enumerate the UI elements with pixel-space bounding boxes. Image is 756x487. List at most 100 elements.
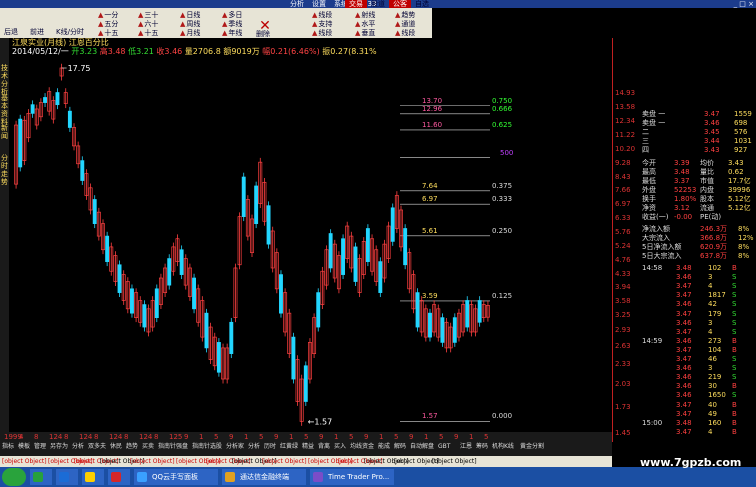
indicator-tab[interactable]: 模板 [18,443,30,451]
toolbar-item[interactable]: ▲六十 [138,20,158,29]
axis-label: 12.34 [615,116,636,125]
tick-side: B [732,409,737,418]
candle-body [18,118,23,168]
toolbar-item[interactable]: ▲多日 [222,11,242,20]
indicator-tab[interactable]: 黄金分割 [520,443,544,451]
stat-row: 净资 3.12 流通 5.12亿 [642,204,754,212]
indicator-tab[interactable]: 买卖 [142,443,154,451]
toolbar-item[interactable]: ▲通道 [395,20,415,29]
toolbar-item[interactable]: ▲一分 [98,11,118,20]
axis-label: 5.76 [615,227,631,236]
toolbar-item[interactable]: ▲十五 [138,29,158,38]
tick-row: 3.47 1817 S [642,291,754,299]
menu-item[interactable]: 设置 [312,0,326,8]
tick-row: 3.47 104 B [642,346,754,354]
sell-volume: 1559 [734,110,752,118]
axis-label: 14.93 [615,89,636,98]
indicator-tab[interactable]: 筹码 [476,443,488,451]
toolbar-item[interactable]: ▲年线 [222,29,242,38]
tick-row: 3.46 30 B [642,382,754,390]
indicator-tab[interactable]: 江恩 [460,443,472,451]
taskbar-button[interactable]: QQ云手写面板 [134,469,218,485]
x-axis-label: 124 [109,433,123,441]
taskbar-button[interactable]: 通达信金融终端 [222,469,306,485]
tick-price: 3.46 [676,336,692,345]
tick-price: 3.46 [676,273,692,282]
indicator-tab[interactable]: 红黄绿 [280,443,298,451]
indicator-tab[interactable]: 趋势 [126,443,138,451]
toolbar-tab[interactable]: 自选 [411,0,433,8]
stat-value: 0.62 [728,168,744,176]
toolbar-tab[interactable]: 交易 [345,0,367,8]
start-button[interactable] [2,468,26,486]
indicator-tab[interactable]: 买入 [334,443,346,451]
toolbar-item[interactable]: ▲支持 [312,20,332,29]
indicator-tab[interactable]: 管理 [34,443,46,451]
indicator-tab[interactable]: 分析家 [226,443,244,451]
indicator-tab[interactable]: 自动解盘 [410,443,434,451]
side-tab[interactable]: 基本资料 [0,94,9,126]
indicator-tab[interactable]: 背离 [318,443,330,451]
taskbar-button[interactable] [56,469,78,485]
tick-row: 14:59 3.46 273 B [642,337,754,345]
indicator-tab[interactable]: 指标 [2,443,14,451]
candle-body [154,288,159,319]
toolbar-tab[interactable]: 公客 [389,0,411,8]
side-tab[interactable]: 新闻 [0,124,9,140]
indicator-tab[interactable]: 指南针强盘 [158,443,188,451]
kline-toggle-button[interactable]: K线/分时 [56,28,84,37]
indicator-tab[interactable]: 双多夫 [88,443,106,451]
toolbar-item[interactable]: ▲垂直 [355,29,375,38]
toolbar-item[interactable]: ▲季线 [222,20,242,29]
toolbar-item[interactable]: ▲三十 [138,11,158,20]
toolbar-tab[interactable]: 股道 [367,0,389,8]
toolbar-item[interactable]: ▲射线 [355,11,375,20]
toolbar-item[interactable]: ▲周线 [180,20,200,29]
indicator-tab[interactable]: 历时 [264,443,276,451]
indicator-tab[interactable]: 另存为 [50,443,68,451]
toolbar-item[interactable]: ▲日线 [180,11,200,20]
fib-ratio: 0.250 [492,226,513,235]
sell-volume: 927 [734,146,748,154]
toolbar-item[interactable]: ▲月线 [180,29,200,38]
toolbar-item[interactable]: ▲线段 [312,11,332,20]
indicator-tab[interactable]: 分析 [248,443,260,451]
app-icon [225,472,235,482]
tick-row: 3.47 49 B [642,410,754,418]
fib-price: 12.96 [422,104,443,113]
indicator-tab[interactable]: 精益 [302,443,314,451]
candle-body [403,228,408,266]
taskbar-button[interactable] [108,469,130,485]
toolbar-item[interactable]: ▲趋势 [395,11,415,20]
menu-item[interactable]: 分析 [290,0,304,8]
toolbar-item[interactable]: ▲线段 [312,29,332,38]
tick-side: B [732,427,737,436]
indicator-tab[interactable]: 指南针选股 [192,443,222,451]
candle-body [43,97,47,103]
tick-side: B [732,400,737,409]
indicator-tab[interactable]: GBT [438,443,450,451]
chart-panel[interactable]: 17.75 ←1.57 [0,38,612,442]
indicator-tab[interactable]: 机构K线 [492,443,514,451]
indicator-tab[interactable]: 分析 [72,443,84,451]
toolbar-item[interactable]: ▲五分 [98,20,118,29]
taskbar-button[interactable] [30,469,52,485]
side-tab[interactable]: 分时走势 [0,154,9,186]
back-button[interactable]: 后退 [4,28,18,37]
toolbar-item[interactable]: ▲水平 [355,20,375,29]
app-icon [137,472,147,482]
candlestick-chart[interactable]: 17.75 ←1.57 [0,38,612,442]
indicator-tab[interactable]: 能成 [378,443,390,451]
indicator-tab[interactable]: 均线资金 [350,443,374,451]
toolbar-item[interactable]: ▲线段 [395,29,415,38]
indicator-tab[interactable]: 休民 [110,443,122,451]
side-tab[interactable]: 技术分析 [0,64,9,96]
candle-body [254,185,259,224]
window-controls[interactable]: _ □ × [734,0,754,8]
x-axis-label: 1 [199,433,204,441]
taskbar-button[interactable]: Time Trader Pro... [310,469,394,485]
indicator-tab[interactable]: 解码 [394,443,406,451]
toolbar-item[interactable]: ▲十五 [98,29,118,38]
taskbar-button[interactable] [82,469,104,485]
forward-button[interactable]: 前进 [30,28,44,37]
